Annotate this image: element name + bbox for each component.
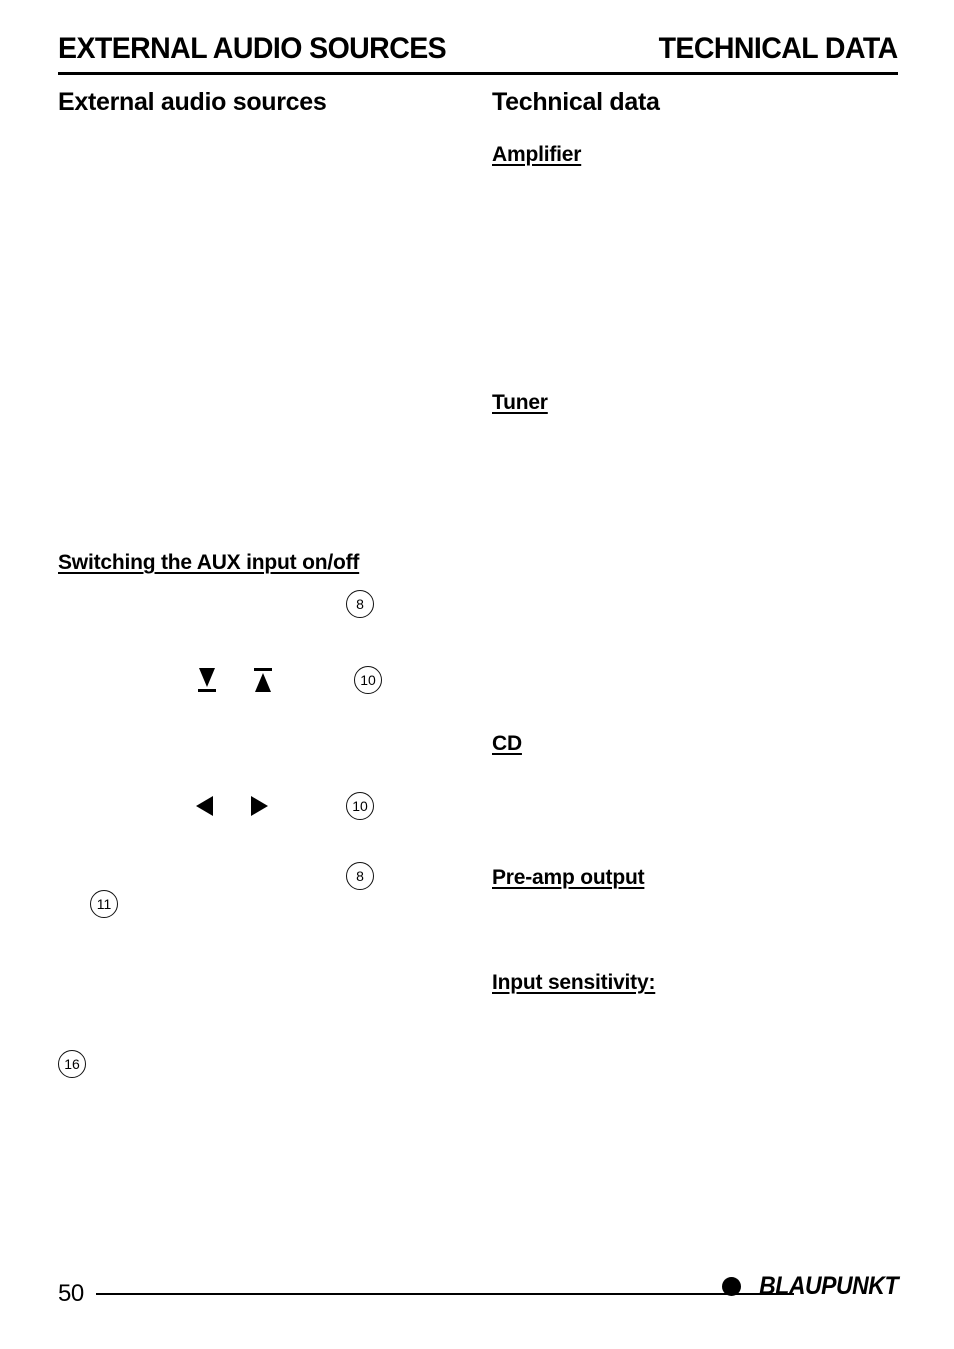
brand-name: BLAUPUNKT	[759, 1272, 898, 1300]
left-section-title: External audio sources	[58, 88, 327, 116]
arrow-left-key-icon	[192, 792, 220, 820]
heading-amplifier: Amplifier	[492, 143, 582, 166]
running-header: EXTERNAL AUDIO SOURCES TECHNICAL DATA	[58, 32, 899, 72]
page-number: 50	[58, 1280, 84, 1307]
right-section-title: Technical data	[492, 88, 660, 116]
control-badge-8-a: 8	[346, 590, 374, 618]
page-footer: 50 BLAUPUNKT	[58, 1274, 898, 1322]
header-divider-rule	[58, 72, 898, 75]
manual-page: EXTERNAL AUDIO SOURCES TECHNICAL DATA Ex…	[0, 0, 954, 1349]
control-badge-10-b: 10	[346, 792, 374, 820]
control-badge-16: 16	[58, 1050, 86, 1078]
heading-tuner: Tuner	[492, 391, 548, 414]
arrow-up-overline-key-icon	[250, 666, 276, 696]
control-badge-10-a: 10	[354, 666, 382, 694]
control-badge-8-b: 8	[346, 862, 374, 890]
arrow-down-underline-key-icon	[194, 666, 220, 696]
heading-switching-aux-input: Switching the AUX input on/off	[58, 551, 360, 574]
running-header-left-title: EXTERNAL AUDIO SOURCES	[58, 32, 447, 65]
filled-circle-icon	[721, 1277, 741, 1296]
right-column: Technical data	[492, 88, 898, 117]
heading-cd: CD	[492, 732, 522, 755]
left-column: External audio sources	[58, 88, 462, 117]
running-header-right-title: TECHNICAL DATA	[658, 32, 899, 65]
footer-divider-rule	[96, 1293, 794, 1295]
brand-logo: BLAUPUNKT	[721, 1272, 898, 1300]
heading-pre-amp-output: Pre-amp output	[492, 866, 645, 889]
heading-input-sensitivity: Input sensitivity:	[492, 971, 656, 994]
arrow-right-key-icon	[244, 792, 272, 820]
control-badge-11: 11	[90, 890, 118, 918]
